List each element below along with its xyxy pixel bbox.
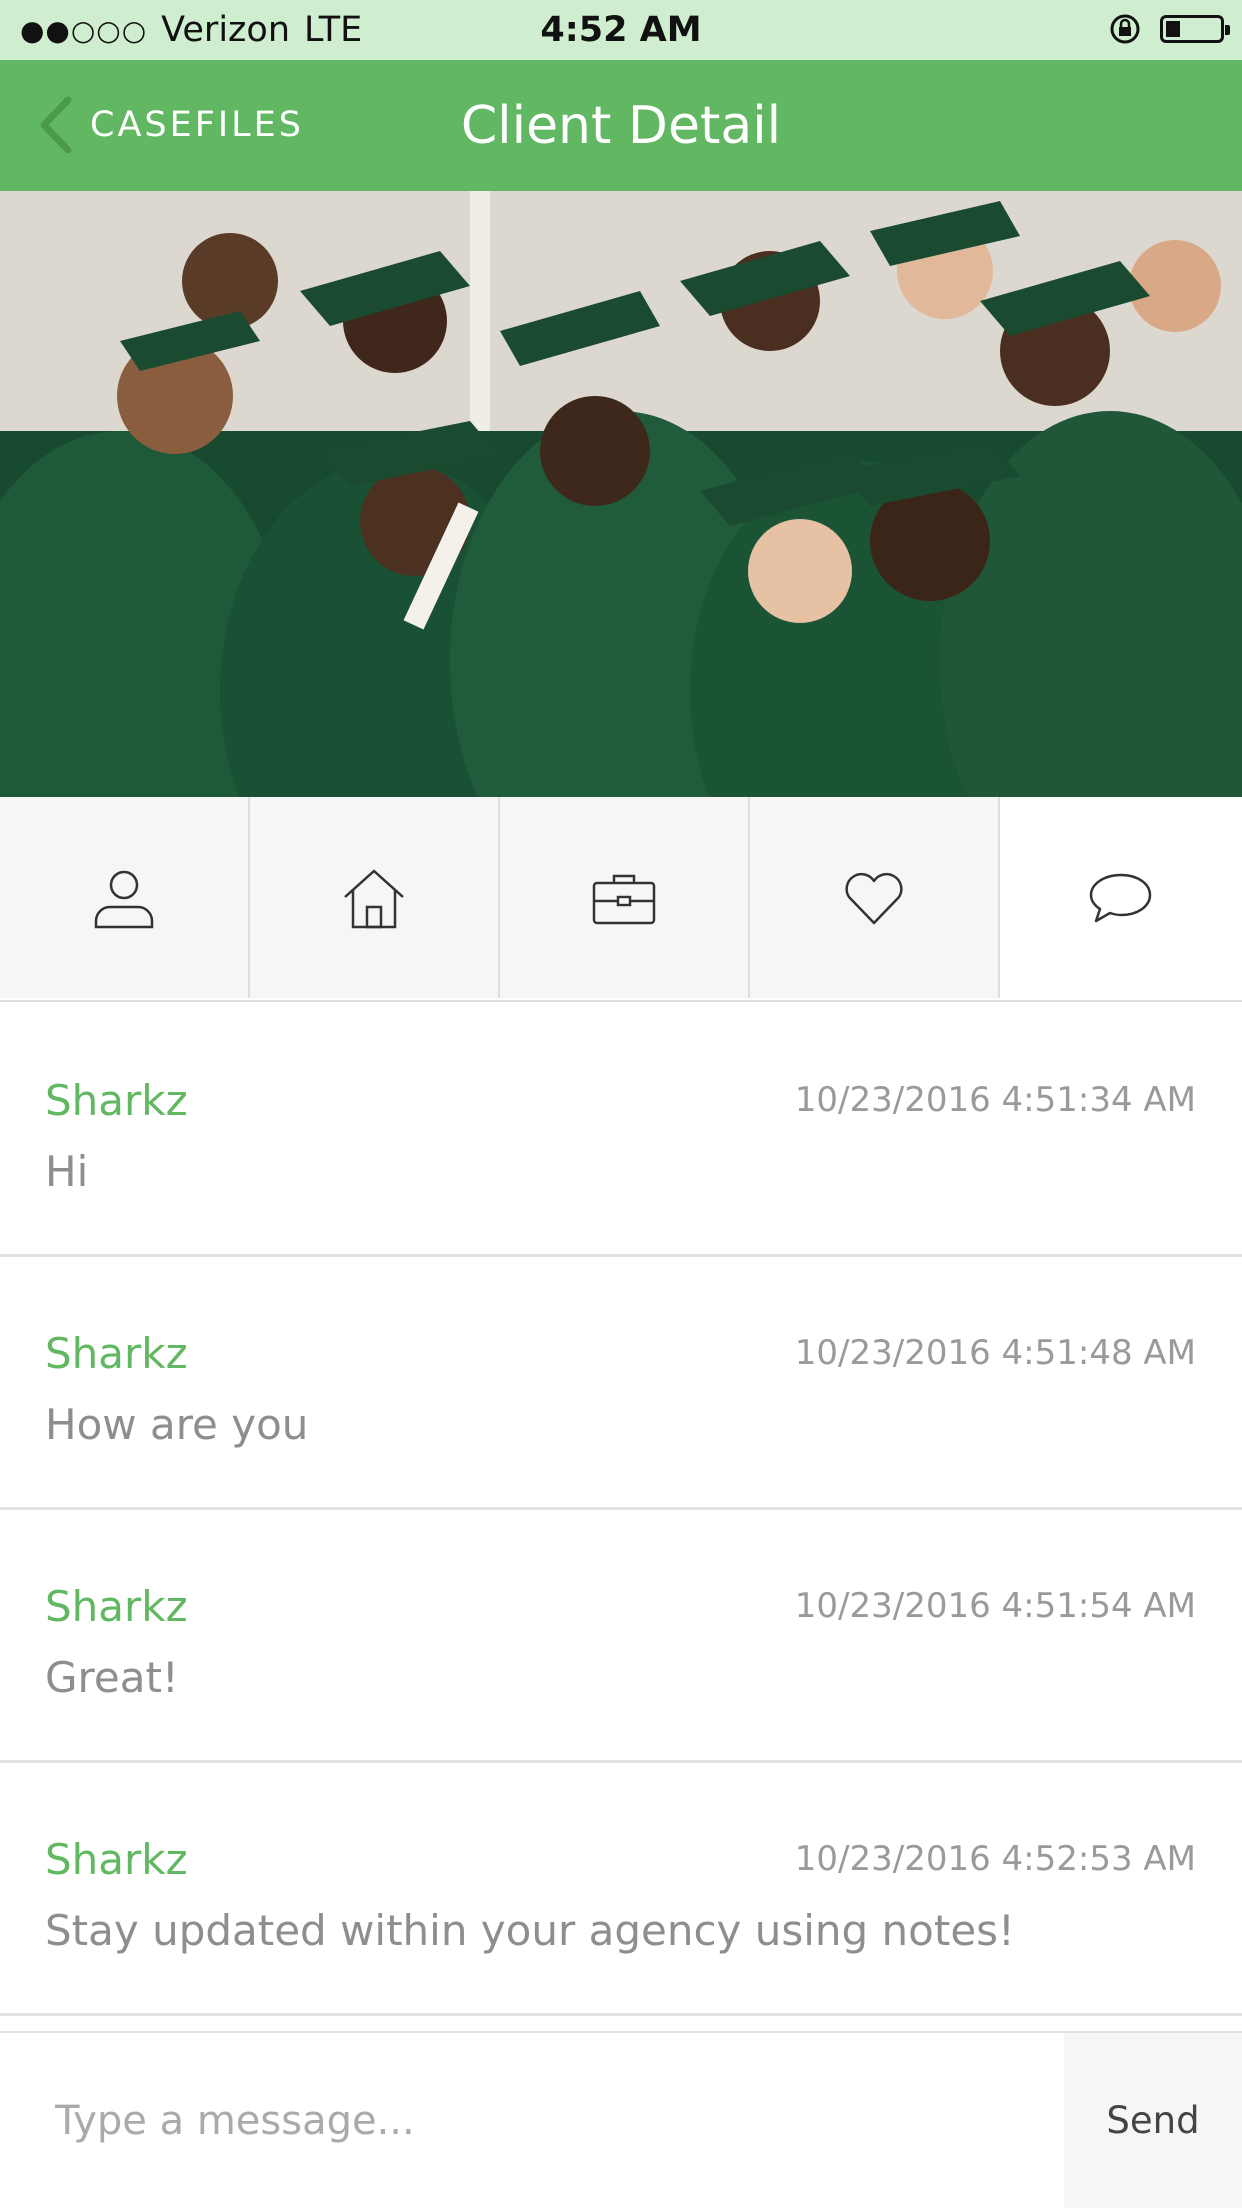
battery-icon	[1160, 15, 1230, 43]
message-timestamp: 10/23/2016 4:52:53 AM	[794, 1839, 1196, 1879]
navigation-bar: CASEFILES Client Detail	[0, 60, 1242, 191]
client-hero-photo	[0, 191, 1242, 797]
list-item: Sharkz 10/23/2016 4:51:48 AM How are you	[0, 1257, 1242, 1510]
detail-tab-bar	[0, 797, 1242, 1002]
orientation-lock-icon	[1110, 14, 1140, 44]
tab-housing[interactable]	[250, 797, 500, 998]
heart-icon	[845, 872, 903, 924]
message-timestamp: 10/23/2016 4:51:34 AM	[794, 1080, 1196, 1120]
message-input[interactable]	[0, 2033, 1064, 2208]
message-author: Sharkz	[45, 1835, 188, 1884]
send-button[interactable]: Send	[1064, 2033, 1242, 2208]
message-text: Stay updated within your agency using no…	[45, 1906, 1015, 1955]
message-text: How are you	[45, 1400, 309, 1449]
notes-list: Sharkz 10/23/2016 4:51:34 AM Hi Sharkz 1…	[0, 1004, 1242, 2016]
tab-profile[interactable]	[0, 797, 250, 998]
message-composer: Send	[0, 2031, 1242, 2208]
chat-bubble-icon	[1089, 873, 1152, 922]
message-author: Sharkz	[45, 1582, 188, 1631]
battery-fill	[1166, 21, 1180, 37]
home-icon	[344, 868, 404, 928]
page-title: Client Detail	[460, 96, 782, 156]
message-author: Sharkz	[45, 1076, 188, 1125]
list-item: Sharkz 10/23/2016 4:51:34 AM Hi	[0, 1004, 1242, 1257]
message-text: Great!	[45, 1653, 179, 1702]
message-timestamp: 10/23/2016 4:51:54 AM	[794, 1586, 1196, 1626]
message-text: Hi	[45, 1147, 89, 1196]
status-right	[1108, 12, 1230, 46]
tab-employment[interactable]	[500, 797, 750, 998]
person-icon	[94, 870, 154, 928]
list-item: Sharkz 10/23/2016 4:51:54 AM Great!	[0, 1510, 1242, 1763]
briefcase-icon	[592, 874, 656, 924]
list-item: Sharkz 10/23/2016 4:52:53 AM Stay update…	[0, 1763, 1242, 2016]
status-time: 4:52 AM	[540, 10, 702, 50]
message-timestamp: 10/23/2016 4:51:48 AM	[794, 1333, 1196, 1373]
tab-health[interactable]	[750, 797, 1000, 998]
tab-notes[interactable]	[1000, 797, 1242, 998]
graduation-photo	[0, 191, 1242, 797]
message-author: Sharkz	[45, 1329, 188, 1378]
status-bar: ●●○○○ Verizon LTE 4:52 AM	[0, 0, 1242, 60]
